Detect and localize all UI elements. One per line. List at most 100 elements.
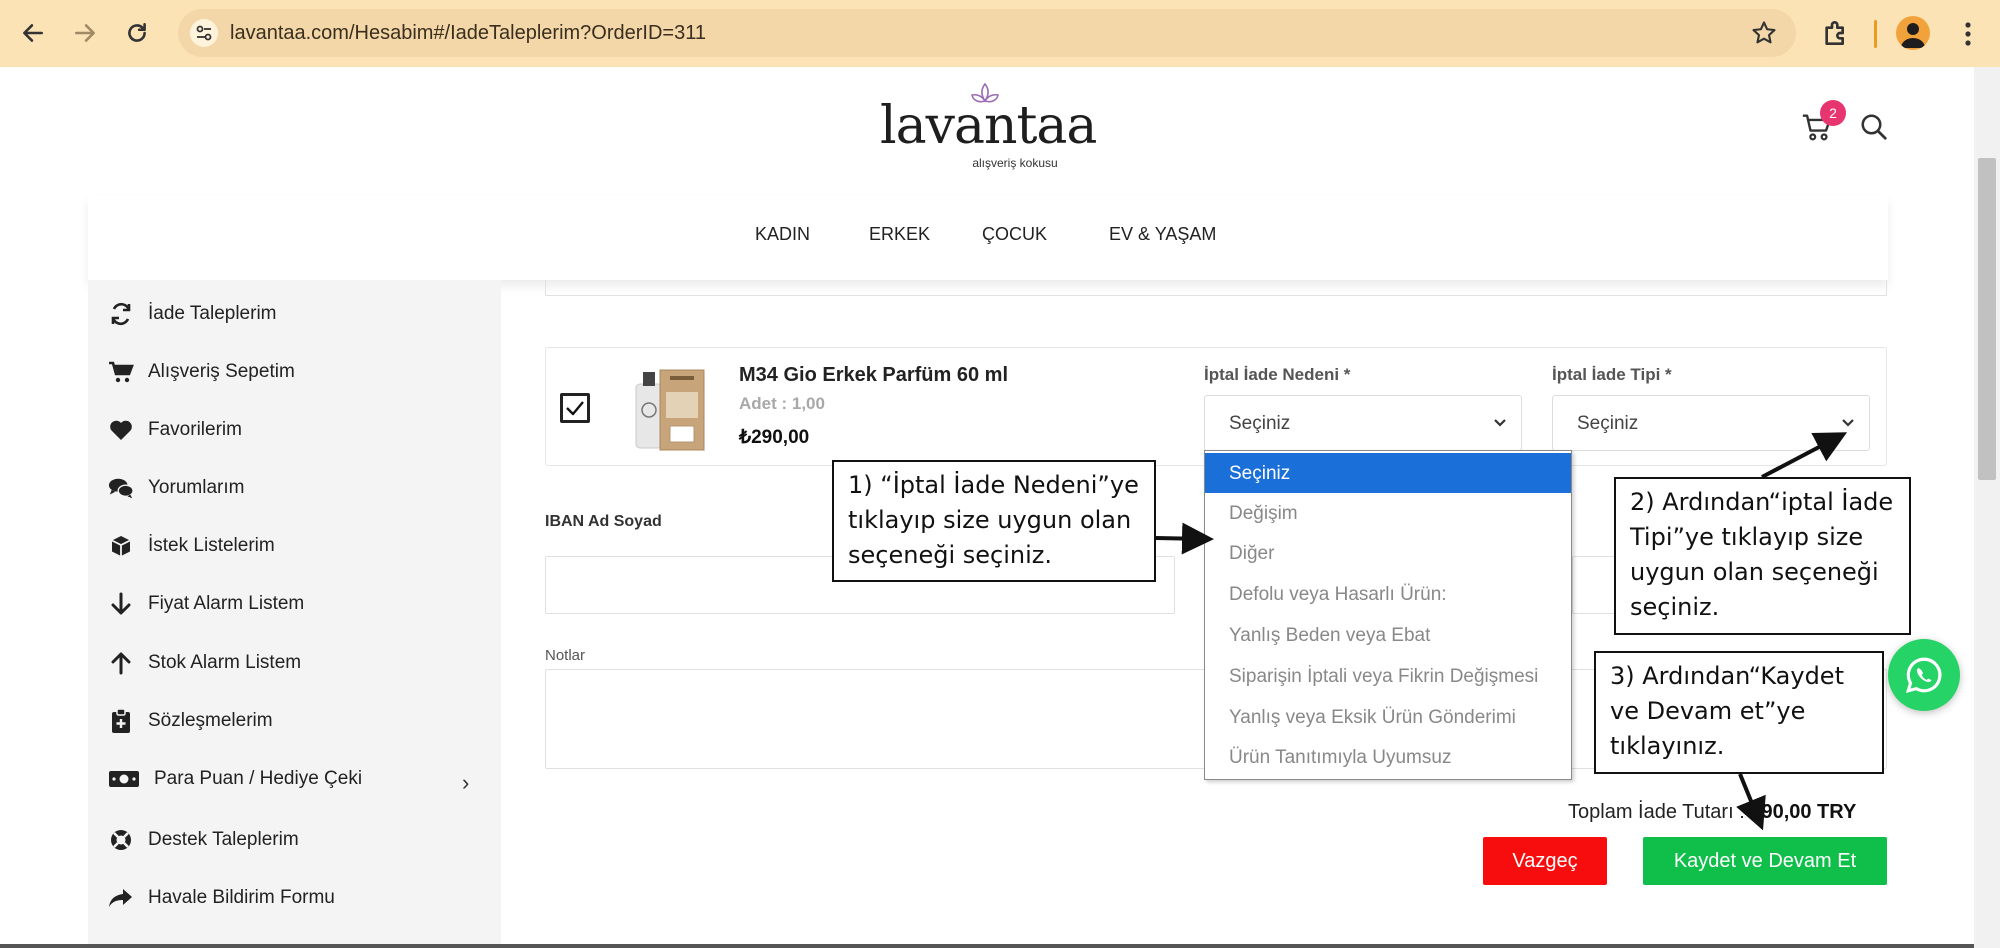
sidebar-item-destek-taleplerim[interactable]: Destek Taleplerim: [108, 825, 299, 855]
dropdown-option[interactable]: Siparişin İptali veya Fikrin Değişmesi: [1205, 656, 1571, 696]
return-type-label: İptal İade Tipi *: [1552, 365, 1672, 384]
search-icon[interactable]: [1859, 112, 1889, 142]
url-text[interactable]: lavantaa.com/Hesabim#/IadeTaleplerim?Ord…: [230, 22, 706, 45]
profile-icon[interactable]: [1896, 16, 1930, 50]
logo-text: lavantaa: [880, 96, 1097, 156]
arrow-step-1: [1155, 522, 1214, 555]
lifebuoy-icon: [108, 827, 134, 853]
comments-icon: [108, 475, 134, 501]
product-name[interactable]: M34 Gio Erkek Parfüm 60 ml: [739, 364, 1008, 387]
instruction-line: tıklayıp size uygun olan: [848, 506, 1132, 534]
nav-item-ev-yasam[interactable]: EV & YAŞAM: [1109, 224, 1216, 245]
scrollbar-thumb[interactable]: [1978, 158, 1996, 480]
refund-total-value: 290,00 TRY: [1750, 801, 1857, 823]
sidebar-item-fiyat-alarm-listem[interactable]: Fiyat Alarm Listem: [108, 589, 304, 619]
bookmark-star-icon[interactable]: [1750, 19, 1778, 47]
toolbar-separator: [1874, 20, 1877, 48]
forward-icon[interactable]: [66, 14, 104, 52]
product-select-checkbox[interactable]: [560, 393, 590, 423]
sidebar-item-label: Yorumlarım: [148, 477, 245, 498]
dropdown-option[interactable]: Diğer: [1205, 533, 1571, 573]
address-bar[interactable]: lavantaa.com/Hesabim#/IadeTaleplerim?Ord…: [178, 9, 1796, 57]
sidebar-item-sozlesmelerim[interactable]: Sözleşmelerim: [108, 706, 273, 736]
instruction-line: 3) Ardından“Kaydet: [1610, 662, 1844, 690]
box-icon: [108, 533, 134, 559]
browser-toolbar: lavantaa.com/Hesabim#/IadeTaleplerim?Ord…: [0, 0, 2000, 67]
sidebar-item-label: Destek Taleplerim: [148, 829, 299, 850]
return-type-value: Seçiniz: [1577, 413, 1639, 434]
main-navigation: KADIN ERKEK ÇOCUK EV & YAŞAM: [88, 196, 1888, 280]
save-and-continue-button[interactable]: Kaydet ve Devam Et: [1643, 837, 1887, 885]
instruction-step-2: 2) Ardından“iptal İade Tipi”ye tıklayıp …: [1614, 477, 1911, 635]
chevron-down-icon: [1842, 419, 1854, 427]
return-reason-dropdown: Seçiniz Değişim Diğer Defolu veya Hasarl…: [1204, 450, 1572, 780]
whatsapp-icon: [1905, 657, 1942, 693]
taskbar-edge: [0, 944, 1974, 948]
instruction-line: tıklayınız.: [1610, 732, 1725, 760]
sidebar-item-favorilerim[interactable]: Favorilerim: [108, 415, 242, 445]
dropdown-option[interactable]: Seçiniz: [1205, 453, 1571, 493]
sidebar-item-label: İstek Listelerim: [148, 535, 275, 556]
instruction-line: 1) “İptal İade Nedeni”ye: [848, 471, 1139, 499]
whatsapp-button[interactable]: [1888, 639, 1960, 711]
nav-item-kadin[interactable]: KADIN: [755, 224, 810, 245]
reload-icon[interactable]: [118, 14, 156, 52]
instruction-line: ve Devam et”ye: [1610, 697, 1806, 725]
return-reason-value: Seçiniz: [1229, 413, 1291, 434]
chevron-down-icon: [1494, 419, 1506, 427]
sidebar-item-label: Favorilerim: [148, 419, 242, 440]
sidebar-item-stok-alarm-listem[interactable]: Stok Alarm Listem: [108, 648, 301, 678]
share-icon: [108, 885, 134, 911]
site-settings-icon[interactable]: [190, 19, 218, 47]
instruction-line: seçiniz.: [1630, 593, 1720, 621]
arrow-down-icon: [108, 591, 134, 617]
site-logo[interactable]: lavantaa alışveriş kokusu: [880, 82, 1097, 172]
sidebar-item-label: Alışveriş Sepetim: [148, 361, 295, 382]
dropdown-option[interactable]: Defolu veya Hasarlı Ürün:: [1205, 574, 1571, 614]
sidebar-item-label: Stok Alarm Listem: [148, 652, 302, 673]
arrow-up-icon: [108, 650, 134, 676]
return-type-select[interactable]: Seçiniz: [1552, 395, 1870, 451]
instruction-line: 2) Ardından“iptal İade: [1630, 488, 1894, 516]
extensions-icon[interactable]: [1820, 17, 1852, 49]
back-icon[interactable]: [14, 14, 52, 52]
dropdown-option[interactable]: Değişim: [1205, 493, 1571, 533]
sidebar-item-label: İade Taleplerim: [148, 303, 277, 324]
sidebar-item-label: Sözleşmelerim: [148, 710, 273, 731]
sidebar-item-havale-bildirim[interactable]: Havale Bildirim Formu: [108, 883, 335, 913]
checkmark-icon: [566, 401, 584, 416]
refund-total: Toplam İade Tutarı : 290,00 TRY: [1568, 801, 1856, 824]
dropdown-option[interactable]: Ürün Tanıtımıyla Uyumsuz: [1205, 737, 1571, 777]
instruction-line: Tipi”ye tıklayıp size: [1630, 523, 1864, 551]
refresh-icon: [108, 301, 134, 327]
sidebar-item-alisveris-sepetim[interactable]: Alışveriş Sepetim: [108, 357, 295, 387]
cancel-button[interactable]: Vazgeç: [1483, 837, 1607, 885]
nav-item-erkek[interactable]: ERKEK: [869, 224, 930, 245]
sidebar-item-para-puan[interactable]: Para Puan / Hediye Çeki: [108, 764, 362, 794]
product-price: ₺290,00: [739, 427, 810, 448]
return-reason-select[interactable]: Seçiniz: [1204, 395, 1522, 451]
previous-section-box: [545, 280, 1887, 296]
sidebar-item-label: Fiyat Alarm Listem: [148, 593, 305, 614]
heart-icon: [108, 417, 134, 443]
money-icon: [108, 766, 140, 792]
sidebar-item-iade-taleplerim[interactable]: İade Taleplerim: [108, 299, 277, 329]
product-quantity: Adet : 1,00: [739, 394, 825, 413]
product-image: [630, 362, 710, 457]
dropdown-option[interactable]: Yanlış Beden veya Ebat: [1205, 615, 1571, 655]
instruction-step-1: 1) “İptal İade Nedeni”ye tıklayıp size u…: [832, 460, 1156, 582]
logo-tagline: alışveriş kokusu: [972, 156, 1058, 170]
sidebar-item-label: Havale Bildirim Formu: [148, 887, 335, 908]
cart-count-badge: 2: [1820, 100, 1846, 126]
sidebar-item-istek-listelerim[interactable]: İstek Listelerim: [108, 531, 275, 561]
sidebar-item-label: Para Puan / Hediye Çeki: [154, 768, 363, 789]
sidebar-item-yorumlarim[interactable]: Yorumlarım: [108, 473, 244, 503]
refund-total-label: Toplam İade Tutarı :: [1568, 801, 1745, 823]
iban-name-label: IBAN Ad Soyad: [545, 513, 662, 530]
menu-icon[interactable]: [1958, 18, 1978, 50]
nav-item-cocuk[interactable]: ÇOCUK: [982, 224, 1047, 245]
return-reason-label: İptal İade Nedeni *: [1204, 365, 1351, 384]
notes-label: Notlar: [545, 647, 586, 664]
dropdown-option[interactable]: Yanlış veya Eksik Ürün Gönderimi: [1205, 697, 1571, 737]
chevron-right-icon[interactable]: ›: [462, 770, 469, 796]
